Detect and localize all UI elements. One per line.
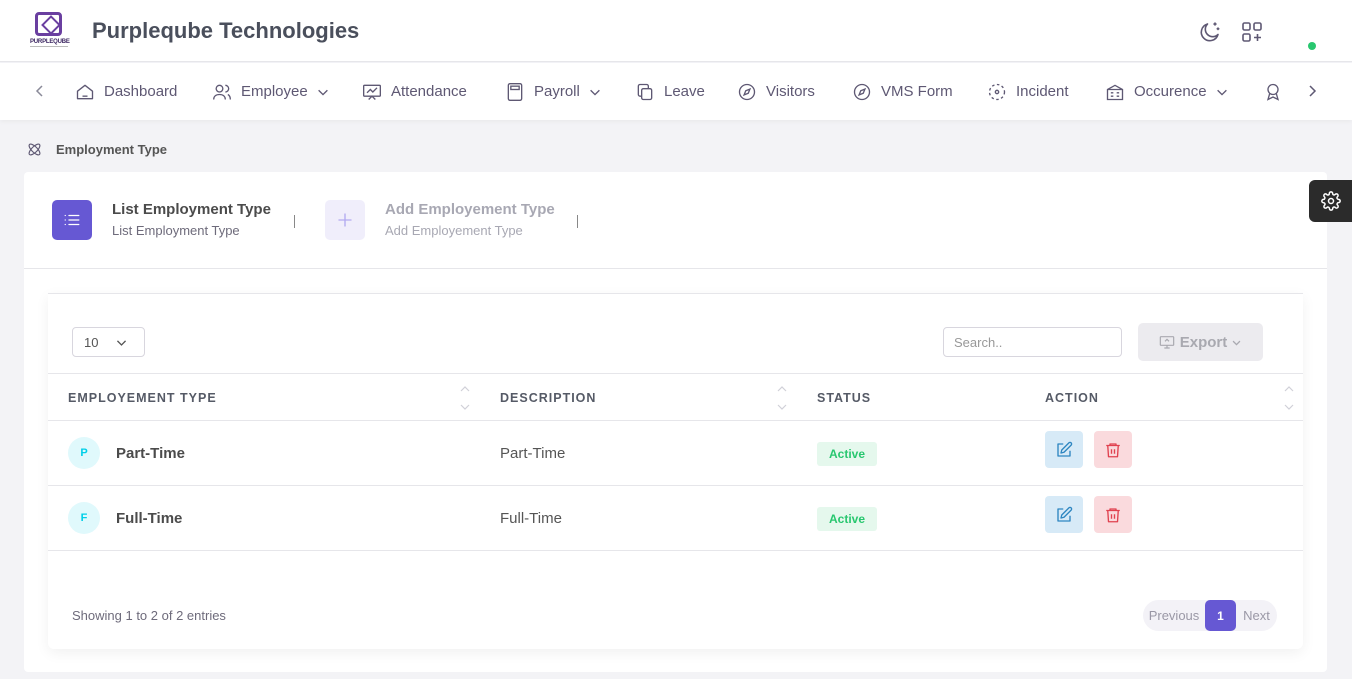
monitor-share-icon bbox=[1159, 336, 1175, 349]
compass-icon bbox=[738, 83, 756, 100]
search-input[interactable] bbox=[943, 327, 1122, 357]
nav-label: VMS Form bbox=[881, 83, 953, 100]
tab-add-subtitle: Add Employement Type bbox=[385, 223, 523, 238]
pagination: Previous 1 Next bbox=[1143, 600, 1277, 631]
employment-type-card: List Employment Type List Employment Typ… bbox=[24, 172, 1327, 672]
edit-icon bbox=[1057, 506, 1073, 522]
theme-customizer-button[interactable] bbox=[1309, 180, 1352, 222]
nav-label: Leave bbox=[664, 83, 705, 100]
status-badge: Active bbox=[817, 442, 877, 466]
table-info: Showing 1 to 2 of 2 entries bbox=[72, 608, 226, 623]
nav-label: Visitors bbox=[766, 83, 815, 100]
nav-item-dashboard[interactable]: Dashboard bbox=[75, 63, 177, 120]
nav-label: Occurence bbox=[1134, 83, 1207, 100]
tab-add-icon-box[interactable] bbox=[325, 200, 365, 240]
table-row: P Part-Time Part-Time Active bbox=[48, 421, 1303, 486]
logo-text: PURPLEQUBE bbox=[30, 39, 70, 45]
online-status-dot bbox=[1308, 42, 1316, 50]
list-icon bbox=[64, 214, 80, 226]
nav-item-awards[interactable] bbox=[1263, 63, 1292, 120]
table-row: F Full-Time Full-Time Active bbox=[48, 486, 1303, 551]
moon-icon[interactable] bbox=[1198, 20, 1222, 44]
nav-item-visitors[interactable]: Visitors bbox=[737, 63, 815, 120]
page-title: Employment Type bbox=[56, 142, 168, 157]
nav-label: Incident bbox=[1016, 83, 1069, 100]
nav-label: Employee bbox=[241, 83, 308, 100]
nav-item-occurence[interactable]: Occurence bbox=[1105, 63, 1229, 120]
focus-target-icon bbox=[988, 83, 1006, 100]
sort-icon[interactable] bbox=[459, 384, 471, 412]
column-header-description[interactable]: DESCRIPTION bbox=[500, 391, 596, 405]
presentation-chart-icon bbox=[363, 84, 381, 100]
nav-label: Dashboard bbox=[104, 83, 178, 100]
page-length-select[interactable]: 10 bbox=[72, 327, 145, 357]
trash-icon bbox=[1106, 442, 1120, 457]
delete-button[interactable] bbox=[1094, 496, 1132, 533]
column-header-action[interactable]: ACTION bbox=[1045, 391, 1099, 405]
nav-item-leave[interactable]: Leave bbox=[635, 63, 705, 120]
chevron-down-icon bbox=[317, 89, 328, 96]
company-logo[interactable]: PURPLEQUBE bbox=[30, 12, 70, 50]
gear-icon bbox=[1320, 191, 1341, 211]
building-icon bbox=[1106, 84, 1124, 100]
chevron-down-icon bbox=[1232, 340, 1241, 345]
datatable-container: 10 Export EMPLOYEMENT TYPE DESCRIPTION S… bbox=[48, 293, 1303, 649]
nav-label: Attendance bbox=[391, 83, 467, 100]
brand-title: Purpleqube Technologies bbox=[92, 18, 360, 43]
column-header-status[interactable]: STATUS bbox=[817, 391, 871, 405]
pagination-next[interactable]: Next bbox=[1236, 600, 1277, 631]
calculator-icon bbox=[507, 82, 523, 101]
top-header: PURPLEQUBE Purpleqube Technologies bbox=[0, 0, 1352, 62]
nav-item-payroll[interactable]: Payroll bbox=[505, 63, 602, 120]
status-badge: Active bbox=[817, 507, 877, 531]
copy-icon bbox=[637, 83, 653, 100]
trash-icon bbox=[1106, 507, 1120, 522]
nav-item-incident[interactable]: Incident bbox=[987, 63, 1069, 120]
compass-icon bbox=[853, 83, 871, 100]
award-icon bbox=[1266, 83, 1280, 101]
edit-icon bbox=[1057, 441, 1073, 457]
main-navigation: Dashboard Employee Attendance Payroll Le… bbox=[0, 63, 1352, 120]
export-label: Export bbox=[1179, 333, 1228, 351]
plus-icon bbox=[338, 213, 352, 227]
atom-icon bbox=[28, 143, 41, 156]
tab-list-title[interactable]: List Employment Type bbox=[112, 201, 271, 218]
column-header-type[interactable]: EMPLOYEMENT TYPE bbox=[68, 391, 217, 405]
edit-button[interactable] bbox=[1045, 431, 1083, 468]
tab-list-subtitle: List Employment Type bbox=[112, 223, 240, 238]
delete-button[interactable] bbox=[1094, 431, 1132, 468]
employment-type-name: Part-Time bbox=[116, 445, 185, 462]
employment-type-description: Full-Time bbox=[500, 510, 562, 527]
users-icon bbox=[213, 84, 231, 100]
export-button[interactable]: Export bbox=[1138, 323, 1263, 361]
tab-bar: List Employment Type List Employment Typ… bbox=[24, 172, 1327, 269]
chevron-left-icon[interactable] bbox=[32, 83, 48, 99]
edit-button[interactable] bbox=[1045, 496, 1083, 533]
chevron-down-icon bbox=[590, 89, 600, 96]
table-header: EMPLOYEMENT TYPE DESCRIPTION STATUS ACTI… bbox=[48, 373, 1303, 421]
tab-divider bbox=[294, 215, 295, 228]
nav-item-vms-form[interactable]: VMS Form bbox=[852, 63, 953, 120]
pagination-previous[interactable]: Previous bbox=[1143, 600, 1205, 631]
nav-item-employee[interactable]: Employee bbox=[212, 63, 330, 120]
pagination-page-1[interactable]: 1 bbox=[1205, 600, 1236, 631]
home-icon bbox=[76, 84, 94, 99]
chevron-down-icon bbox=[116, 340, 127, 346]
breadcrumb: Employment Type bbox=[26, 141, 167, 158]
tab-list-icon-box[interactable] bbox=[52, 200, 92, 240]
employment-type-name: Full-Time bbox=[116, 510, 183, 527]
apps-grid-icon[interactable] bbox=[1240, 20, 1264, 44]
chevron-down-icon bbox=[1216, 89, 1227, 96]
chevron-right-icon[interactable] bbox=[1304, 83, 1320, 99]
nav-item-attendance[interactable]: Attendance bbox=[362, 63, 467, 120]
employment-type-description: Part-Time bbox=[500, 445, 566, 462]
sort-icon[interactable] bbox=[1283, 384, 1295, 412]
nav-label: Payroll bbox=[534, 83, 580, 100]
avatar: P bbox=[68, 437, 100, 469]
tab-divider bbox=[577, 215, 578, 228]
tab-add-title[interactable]: Add Employement Type bbox=[385, 201, 555, 218]
avatar: F bbox=[68, 502, 100, 534]
page-length-value: 10 bbox=[84, 334, 99, 350]
sort-icon[interactable] bbox=[776, 384, 788, 412]
